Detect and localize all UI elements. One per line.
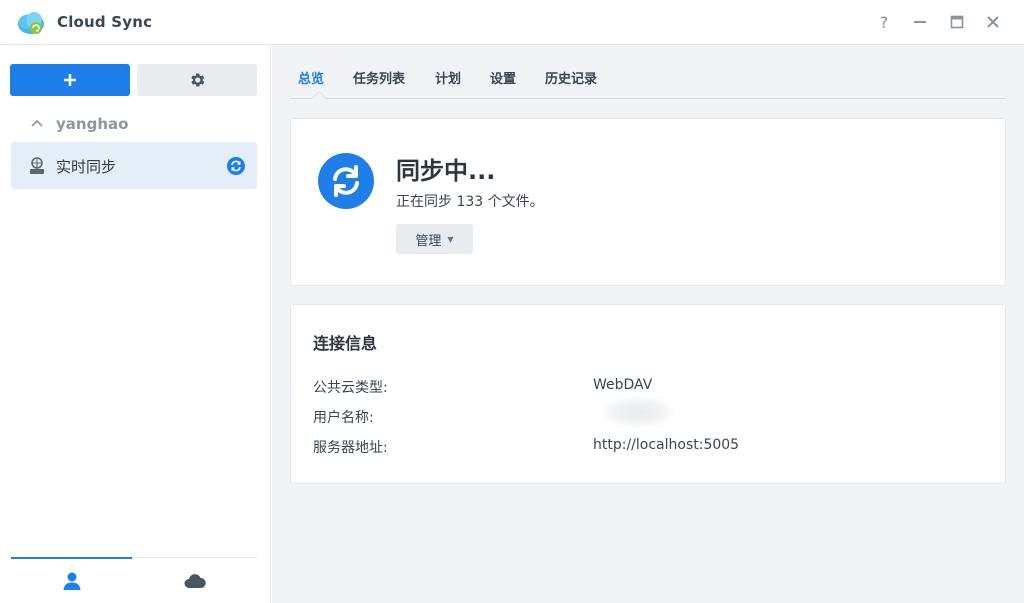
sync-in-progress-icon xyxy=(318,153,374,209)
gear-icon xyxy=(191,73,205,87)
minimize-button[interactable] xyxy=(909,11,931,33)
tab-settings[interactable]: 设置 xyxy=(490,68,516,87)
help-button[interactable]: ? xyxy=(873,11,895,33)
maximize-icon xyxy=(950,15,964,29)
task-label: 实时同步 xyxy=(56,158,117,176)
active-tab-indicator-fill xyxy=(312,92,326,99)
user-icon xyxy=(63,572,80,590)
tab-history[interactable]: 历史记录 xyxy=(545,68,597,87)
manage-label: 管理 xyxy=(415,233,442,249)
tab-task-list[interactable]: 任务列表 xyxy=(353,68,405,87)
sync-status-card: 同步中... 正在同步 133 个文件。 管理 ▼ xyxy=(290,118,1006,286)
caret-down-icon: ▼ xyxy=(447,234,454,244)
main-panel: 总览 任务列表 计划 设置 历史记录 同步中... 正在同步 133 个文件。 … xyxy=(272,46,1024,603)
conn-row-cloud-type: 公共云类型: WebDAV xyxy=(313,377,993,397)
sidebar-bottom-tabs xyxy=(11,557,257,603)
tab-overview[interactable]: 总览 xyxy=(298,68,324,87)
plus-icon xyxy=(64,74,76,86)
syncing-status-icon xyxy=(227,157,245,175)
app-title: Cloud Sync xyxy=(57,13,153,31)
account-group-header[interactable]: yanghao xyxy=(30,115,128,133)
conn-label: 公共云类型: xyxy=(313,380,388,396)
sync-status-description: 正在同步 133 个文件。 xyxy=(396,194,544,210)
sidebar: yanghao 实时同步 xyxy=(0,46,271,603)
cloud-icon xyxy=(184,574,206,588)
title-bar: Cloud Sync ? xyxy=(0,0,1024,45)
connection-info-title: 连接信息 xyxy=(313,334,378,353)
add-task-button[interactable] xyxy=(10,64,130,96)
chevron-up-icon xyxy=(30,117,44,131)
conn-row-username: 用户名称: xyxy=(313,397,993,427)
webdav-connection-icon xyxy=(30,157,44,174)
redacted-username xyxy=(603,397,673,427)
tab-schedule[interactable]: 计划 xyxy=(435,68,461,87)
conn-label: 用户名称: xyxy=(313,410,374,426)
tab-user-accounts[interactable] xyxy=(11,557,132,603)
conn-label: 服务器地址: xyxy=(313,440,388,456)
cloud-sync-logo-icon xyxy=(18,12,44,34)
tab-bar: 总览 任务列表 计划 设置 历史记录 xyxy=(290,46,1006,99)
minimize-icon xyxy=(914,21,926,23)
close-icon xyxy=(987,16,999,28)
conn-value: http://localhost:5005 xyxy=(593,437,740,453)
close-button[interactable] xyxy=(982,11,1004,33)
manage-dropdown-button[interactable]: 管理 ▼ xyxy=(396,224,473,254)
settings-button[interactable] xyxy=(137,64,257,96)
conn-row-server-address: 服务器地址: http://localhost:5005 xyxy=(313,437,993,457)
conn-value: WebDAV xyxy=(593,377,653,393)
sync-status-title: 同步中... xyxy=(396,157,496,185)
connection-info-card: 连接信息 公共云类型: WebDAV 用户名称: 服务器地址: http://l… xyxy=(290,304,1006,484)
tab-cloud-services[interactable] xyxy=(134,558,255,603)
account-name: yanghao xyxy=(56,115,129,133)
maximize-button[interactable] xyxy=(946,11,968,33)
sidebar-task-item[interactable]: 实时同步 xyxy=(11,142,257,189)
